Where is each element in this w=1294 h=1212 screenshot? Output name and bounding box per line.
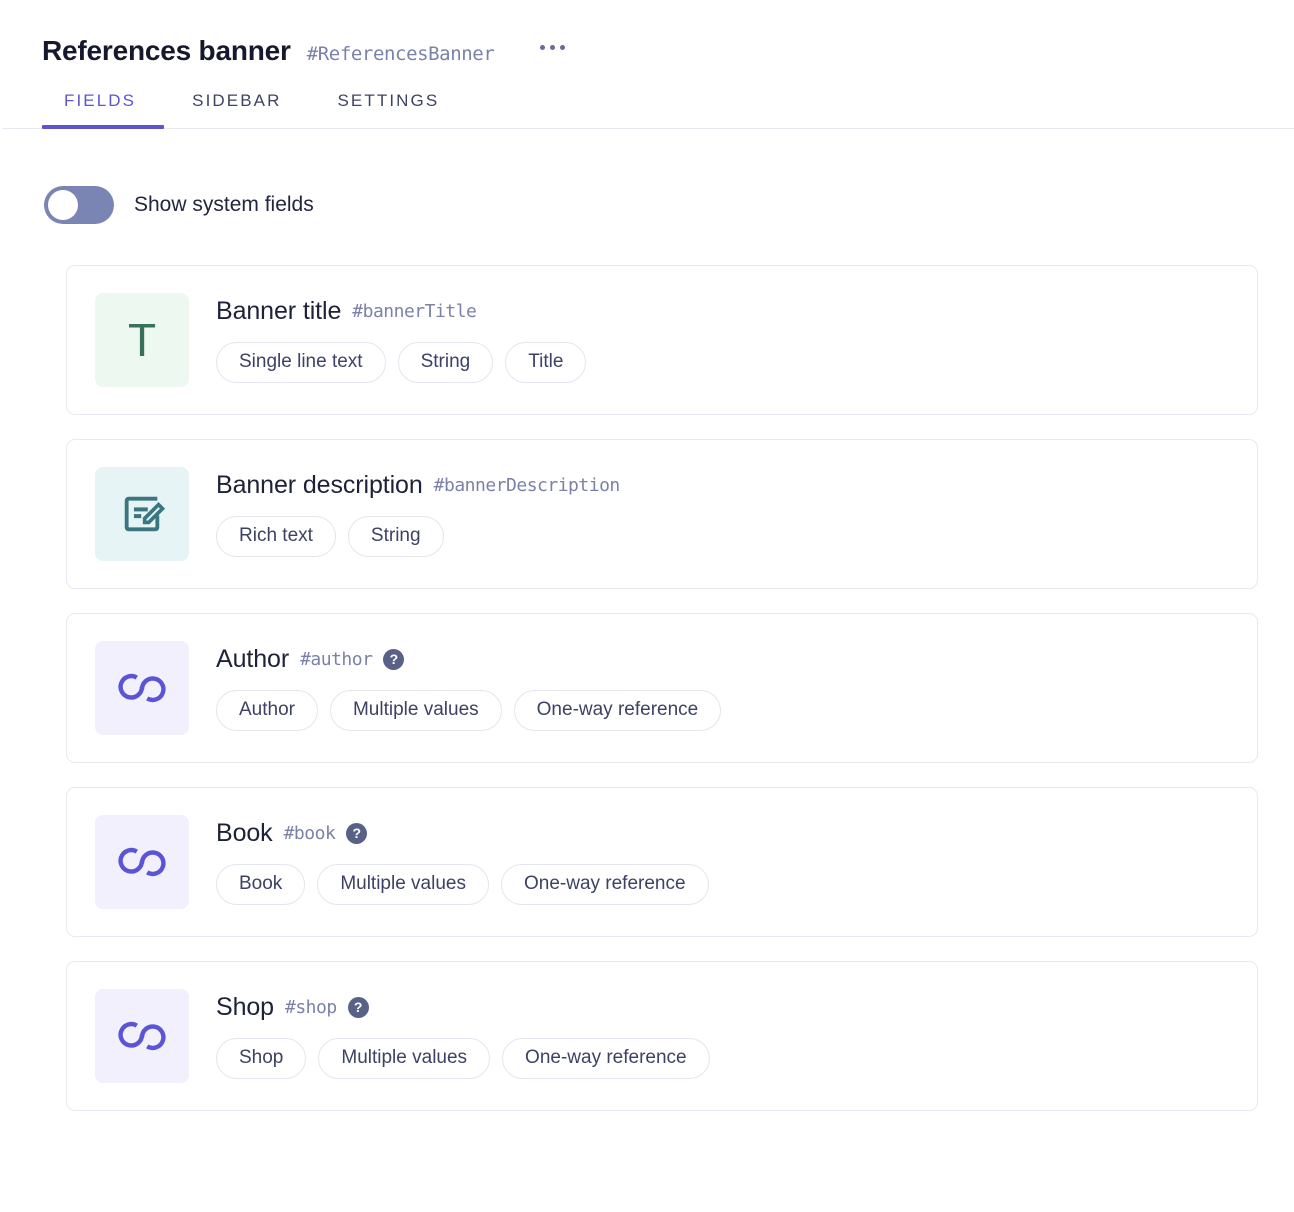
field-card[interactable]: Author #author ? Author Multiple values …: [66, 613, 1258, 763]
show-system-fields-label: Show system fields: [134, 193, 314, 217]
tab-bar: FIELDS SIDEBAR SETTINGS: [0, 91, 1294, 129]
tab-fields[interactable]: FIELDS: [42, 91, 164, 127]
reference-field-icon: [95, 815, 189, 909]
field-tag: String: [348, 516, 444, 557]
title-row: References banner #ReferencesBanner: [42, 36, 1258, 67]
field-id: #bannerTitle: [352, 301, 476, 322]
kebab-dot: [550, 45, 555, 50]
field-name: Book: [216, 819, 273, 848]
field-name: Shop: [216, 993, 274, 1022]
tab-divider: [2, 128, 1294, 129]
reference-field-icon: [95, 989, 189, 1083]
field-body: Author #author ? Author Multiple values …: [216, 641, 721, 731]
toggle-knob: [48, 190, 78, 220]
field-header: Banner title #bannerTitle: [216, 297, 586, 326]
field-tag: Author: [216, 690, 318, 731]
kebab-menu-icon[interactable]: [536, 37, 569, 58]
page-title: References banner: [42, 36, 291, 67]
show-system-fields-toggle[interactable]: [44, 186, 114, 224]
help-icon[interactable]: ?: [383, 649, 404, 670]
field-tags: Single line text String Title: [216, 342, 586, 383]
field-id: #author: [300, 649, 372, 670]
help-icon[interactable]: ?: [346, 823, 367, 844]
tab-settings[interactable]: SETTINGS: [309, 91, 467, 127]
field-tags: Shop Multiple values One-way reference: [216, 1038, 710, 1079]
field-tag: Shop: [216, 1038, 306, 1079]
content-type-id: #ReferencesBanner: [307, 43, 495, 65]
field-tag: Multiple values: [317, 864, 489, 905]
field-header: Shop #shop ?: [216, 993, 710, 1022]
field-tag: Single line text: [216, 342, 386, 383]
field-id: #shop: [285, 997, 337, 1018]
field-header: Banner description #bannerDescription: [216, 471, 620, 500]
field-tag: String: [398, 342, 494, 383]
field-body: Banner description #bannerDescription Ri…: [216, 467, 620, 557]
field-header: Author #author ?: [216, 645, 721, 674]
field-card[interactable]: Shop #shop ? Shop Multiple values One-wa…: [66, 961, 1258, 1111]
field-card[interactable]: Banner description #bannerDescription Ri…: [66, 439, 1258, 589]
field-tag: Book: [216, 864, 305, 905]
field-tag: Title: [505, 342, 586, 383]
show-system-fields-row: Show system fields: [0, 129, 1294, 224]
field-card[interactable]: T Banner title #bannerTitle Single line …: [66, 265, 1258, 415]
tab-sidebar[interactable]: SIDEBAR: [164, 91, 309, 127]
page-header: References banner #ReferencesBanner: [0, 0, 1294, 67]
field-tags: Book Multiple values One-way reference: [216, 864, 709, 905]
field-tags: Rich text String: [216, 516, 620, 557]
reference-field-icon: [95, 641, 189, 735]
field-id: #book: [284, 823, 336, 844]
field-tag: Multiple values: [330, 690, 502, 731]
field-tag: One-way reference: [501, 864, 709, 905]
field-name: Author: [216, 645, 289, 674]
text-field-icon: T: [95, 293, 189, 387]
tab-list: FIELDS SIDEBAR SETTINGS: [0, 91, 1294, 127]
field-tag: Multiple values: [318, 1038, 490, 1079]
field-card[interactable]: Book #book ? Book Multiple values One-wa…: [66, 787, 1258, 937]
text-field-icon-glyph: T: [128, 317, 156, 363]
field-tag: Rich text: [216, 516, 336, 557]
fields-list: T Banner title #bannerTitle Single line …: [0, 224, 1294, 1111]
help-icon[interactable]: ?: [348, 997, 369, 1018]
field-tags: Author Multiple values One-way reference: [216, 690, 721, 731]
field-body: Shop #shop ? Shop Multiple values One-wa…: [216, 989, 710, 1079]
field-id: #bannerDescription: [434, 475, 620, 496]
field-header: Book #book ?: [216, 819, 709, 848]
field-body: Banner title #bannerTitle Single line te…: [216, 293, 586, 383]
field-name: Banner description: [216, 471, 423, 500]
kebab-dot: [540, 45, 545, 50]
field-tag: One-way reference: [502, 1038, 710, 1079]
rich-text-field-icon: [95, 467, 189, 561]
field-tag: One-way reference: [514, 690, 722, 731]
field-body: Book #book ? Book Multiple values One-wa…: [216, 815, 709, 905]
field-name: Banner title: [216, 297, 341, 326]
kebab-dot: [560, 45, 565, 50]
